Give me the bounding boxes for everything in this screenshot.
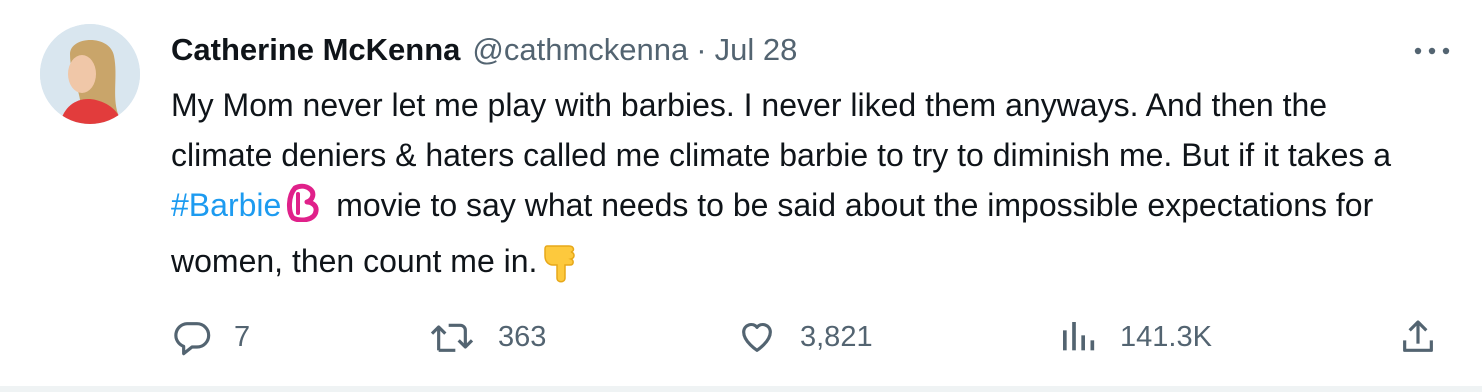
tweet-date[interactable]: Jul 28 [715,32,798,68]
retweet-button[interactable]: 363 [428,310,546,364]
reply-button[interactable]: 7 [172,310,250,364]
tweet-header: Catherine McKenna @cathmckenna · Jul 28 [171,28,797,72]
bar-chart-icon [1063,322,1095,351]
tweet-actions: 7 363 3,821 141.3K [0,310,1482,364]
tweet-text-part1: My Mom never let me play with barbies. I… [171,87,1392,173]
more-dots-icon [1414,47,1450,55]
retweet-icon [430,323,474,352]
views-count: 141.3K [1120,320,1212,353]
pointing-down-hand-emoji [543,242,579,298]
hashtag-link[interactable]: #Barbie [171,187,281,223]
author-name[interactable]: Catherine McKenna [171,32,460,68]
like-button[interactable]: 3,821 [736,310,873,364]
barbie-b-emoji [283,182,323,236]
avatar[interactable] [40,24,140,124]
reply-count: 7 [234,320,251,353]
reply-bubble-icon [174,322,211,356]
tweet-card[interactable]: Catherine McKenna @cathmckenna · Jul 28 … [0,0,1482,392]
separator-dot: · [696,32,707,67]
share-upload-icon [1403,320,1433,352]
more-options-button[interactable] [1410,38,1454,64]
divider [0,386,1482,392]
like-count: 3,821 [800,320,873,353]
tweet-text: My Mom never let me play with barbies. I… [171,80,1426,298]
tweet-text-part2: movie to say what needs to be said about… [171,187,1374,279]
author-handle[interactable]: @cathmckenna [472,32,688,68]
heart-icon [742,322,772,352]
views-button[interactable]: 141.3K [1058,310,1212,364]
retweet-count: 363 [498,320,547,353]
share-button[interactable] [1398,310,1438,364]
